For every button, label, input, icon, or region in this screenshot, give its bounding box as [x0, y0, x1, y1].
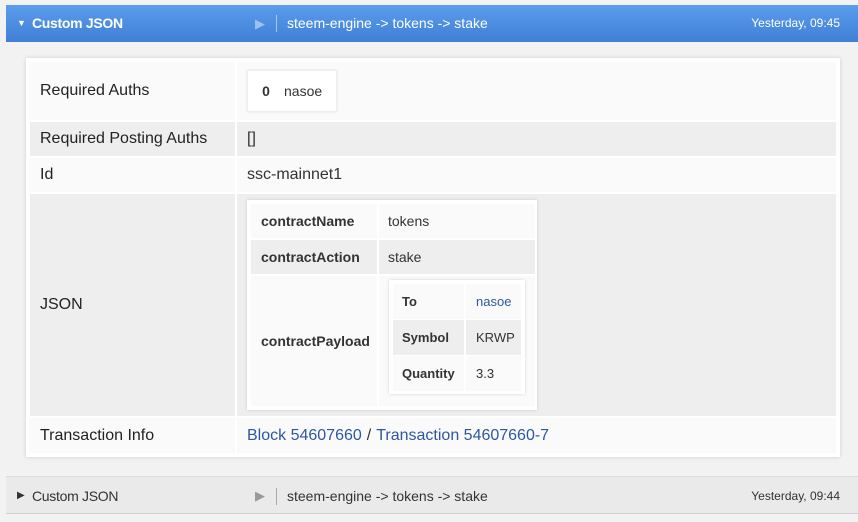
id-label: Id — [30, 158, 235, 192]
caret-down-icon[interactable]: ▼ — [17, 5, 26, 42]
operation-title: Custom JSON — [32, 15, 123, 31]
json-entry-contract-action: contractAction stake — [251, 240, 535, 274]
play-icon[interactable]: ▶ — [255, 5, 265, 42]
play-icon[interactable]: ▶ — [255, 477, 265, 515]
payload-entry-to: To nasoe — [393, 284, 521, 319]
header-divider — [276, 15, 277, 32]
json-table: contractName tokens contractAction stake… — [247, 200, 537, 410]
operation-time: Yesterday, 09:44 — [751, 489, 840, 503]
transaction-info-label: Transaction Info — [30, 418, 235, 453]
id-row: Id ssc-mainnet1 — [30, 158, 836, 192]
operation-summary: steem-engine -> tokens -> stake — [287, 15, 488, 31]
header-divider — [276, 488, 277, 505]
id-value: ssc-mainnet1 — [237, 158, 836, 192]
operation-header-expanded[interactable]: ▼ Custom JSON ▶ steem-engine -> tokens -… — [6, 5, 858, 42]
payload-table: To nasoe Symbol KRWP Quantity 3.3 — [389, 280, 525, 394]
json-label: JSON — [30, 194, 235, 416]
operation-details-panel: Required Auths 0 nasoe Required Posting … — [26, 58, 840, 457]
operation-header-collapsed[interactable]: ▶ Custom JSON ▶ steem-engine -> tokens -… — [6, 476, 858, 514]
payload-entry-quantity: Quantity 3.3 — [393, 356, 521, 391]
auth-account: nasoe — [284, 83, 323, 99]
operation-summary: steem-engine -> tokens -> stake — [287, 488, 488, 504]
required-posting-auths-value: [] — [237, 122, 836, 156]
payload-to-link[interactable]: nasoe — [476, 294, 511, 309]
block-link[interactable]: Block 54607660 — [247, 427, 362, 445]
json-row: JSON contractName tokens contractAction … — [30, 194, 836, 416]
transaction-info-row: Transaction Info Block 54607660 / Transa… — [30, 418, 836, 453]
required-auths-label: Required Auths — [30, 62, 235, 120]
transaction-link[interactable]: Transaction 54607660-7 — [376, 427, 549, 445]
link-separator: / — [366, 426, 372, 444]
operation-time: Yesterday, 09:45 — [751, 16, 840, 30]
auth-index: 0 — [262, 83, 270, 99]
required-auths-row: Required Auths 0 nasoe — [30, 62, 836, 120]
required-auths-table: 0 nasoe — [247, 70, 338, 112]
operation-title: Custom JSON — [32, 488, 119, 504]
caret-right-icon[interactable]: ▶ — [17, 477, 25, 515]
payload-entry-symbol: Symbol KRWP — [393, 320, 521, 355]
required-posting-auths-label: Required Posting Auths — [30, 122, 235, 156]
json-entry-contract-name: contractName tokens — [251, 204, 535, 238]
required-posting-auths-row: Required Posting Auths [] — [30, 122, 836, 156]
json-entry-contract-payload: contractPayload To nasoe Symbol KRWP Qua… — [251, 276, 535, 406]
